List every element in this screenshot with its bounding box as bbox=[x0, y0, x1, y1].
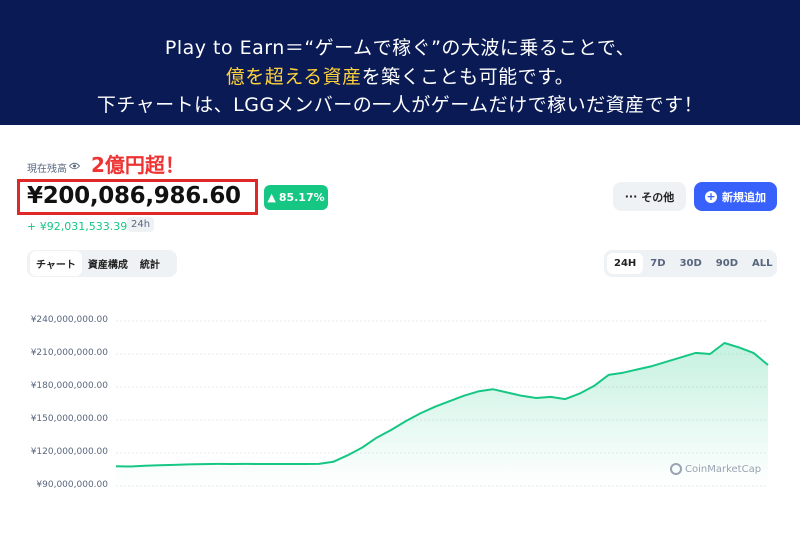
banner-line-1: Play to Earn＝“ゲームで稼ぐ”の大波に乗ることで、 bbox=[164, 37, 636, 59]
portfolio-panel: 現在残高 2億円超！ ¥200,086,986.60 ▲ 85.17% + ¥9… bbox=[0, 125, 800, 533]
banner-highlight: 億を超える資産 bbox=[225, 66, 362, 88]
coinmarketcap-logo-icon bbox=[670, 463, 682, 475]
banner-line-3: 下チャートは、LGGメンバーの一人がゲームだけで稼いだ資産です！ bbox=[96, 94, 704, 116]
promo-banner: Play to Earn＝“ゲームで稼ぐ”の大波に乗ることで、 億を超える資産を… bbox=[0, 0, 800, 125]
banner-line-2: 億を超える資産を築くことも可能です。 bbox=[0, 62, 800, 89]
watermark-text: CoinMarketCap bbox=[685, 463, 762, 475]
coinmarketcap-watermark: CoinMarketCap bbox=[670, 463, 761, 475]
banner-line-2-rest: を築くことも可能です。 bbox=[361, 66, 575, 88]
